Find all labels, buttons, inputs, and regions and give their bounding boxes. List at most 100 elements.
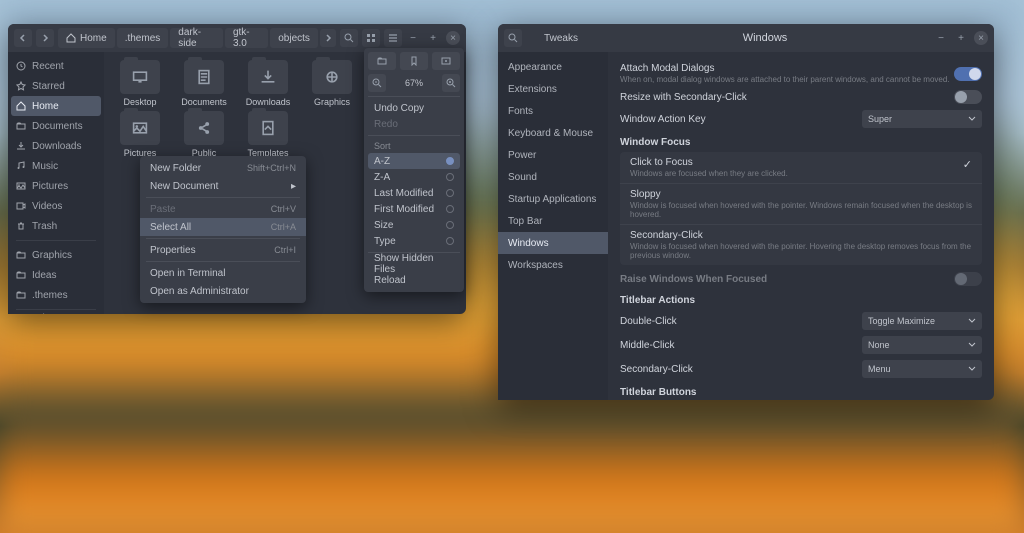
path-segment[interactable]: .themes	[117, 28, 169, 48]
menu-label: New Folder	[150, 163, 201, 174]
sort-option-a-z[interactable]: A-Z	[368, 153, 460, 169]
tweaks-sidebar-extensions[interactable]: Extensions	[498, 78, 608, 100]
sidebar-item-documents[interactable]: Documents	[8, 116, 104, 136]
close-button[interactable]: ×	[974, 31, 988, 45]
sidebar-label: Videos	[32, 201, 62, 212]
sidebar-item--themes[interactable]: .themes	[8, 285, 104, 305]
attach-modal-toggle[interactable]	[954, 67, 982, 81]
folder-label: Graphics	[314, 97, 350, 107]
resize-secondary-toggle[interactable]	[954, 90, 982, 104]
hamburger-button[interactable]	[384, 29, 402, 47]
view-toggle-button[interactable]	[362, 29, 380, 47]
path-segment[interactable]: objects	[270, 28, 318, 48]
tweaks-sidebar-appearance[interactable]: Appearance	[498, 56, 608, 78]
sidebar-item-trash[interactable]: Trash	[8, 216, 104, 236]
tweaks-sidebar-fonts[interactable]: Fonts	[498, 100, 608, 122]
sidebar-item-videos[interactable]: Videos	[8, 196, 104, 216]
sort-option-size[interactable]: Size	[368, 217, 460, 233]
tweaks-sidebar-power[interactable]: Power	[498, 144, 608, 166]
redo-item[interactable]: Redo	[368, 116, 460, 132]
tweaks-sidebar-top-bar[interactable]: Top Bar	[498, 210, 608, 232]
path-overflow-button[interactable]	[320, 29, 336, 47]
path-label: objects	[278, 33, 310, 44]
tweaks-sidebar-sound[interactable]: Sound	[498, 166, 608, 188]
raise-focused-toggle[interactable]	[954, 272, 982, 286]
path-segment[interactable]: dark-side	[170, 28, 223, 48]
tweaks-sidebar-windows[interactable]: Windows	[498, 232, 608, 254]
menu-item-open-as-administrator[interactable]: Open as Administrator	[140, 282, 306, 300]
bookmark-icon-button[interactable]	[400, 52, 428, 70]
secondary-click-dropdown[interactable]: Menu	[862, 360, 982, 378]
menu-item-properties[interactable]: PropertiesCtrl+I	[140, 241, 306, 259]
folder-documents[interactable]: Documents	[176, 60, 232, 107]
tweaks-sidebar-startup-applications[interactable]: Startup Applications	[498, 188, 608, 210]
focus-option-secondary-click[interactable]: Secondary-ClickWindow is focused when ho…	[620, 225, 982, 265]
minimize-button[interactable]: −	[406, 31, 420, 45]
secondary-click-title: Secondary-Click	[620, 364, 693, 375]
sidebar-item-music[interactable]: Music	[8, 156, 104, 176]
middle-click-title: Middle-Click	[620, 340, 674, 351]
new-tab-icon-button[interactable]	[432, 52, 460, 70]
sidebar-item-starred[interactable]: Starred	[8, 76, 104, 96]
folder-downloads[interactable]: Downloads	[240, 60, 296, 107]
menu-label: New Document	[150, 181, 218, 192]
folder-public[interactable]: Public	[176, 111, 232, 158]
sort-label: Size	[374, 220, 393, 231]
undo-label: Undo Copy	[374, 103, 424, 114]
zoom-out-button[interactable]	[368, 74, 386, 92]
minimize-button[interactable]: −	[934, 31, 948, 45]
undo-item[interactable]: Undo Copy	[368, 100, 460, 116]
action-key-dropdown[interactable]: Super	[862, 110, 982, 128]
check-icon: ✓	[963, 158, 972, 171]
double-click-dropdown[interactable]: Toggle Maximize	[862, 312, 982, 330]
folder-graphics[interactable]: Graphics	[304, 60, 360, 107]
menu-item-paste[interactable]: PasteCtrl+V	[140, 200, 306, 218]
tweaks-sidebar-keyboard-mouse[interactable]: Keyboard & Mouse	[498, 122, 608, 144]
menu-item-select-all[interactable]: Select AllCtrl+A	[140, 218, 306, 236]
dropdown-value: Super	[868, 114, 892, 124]
sort-option-first-modified[interactable]: First Modified	[368, 201, 460, 217]
focus-option-sloppy[interactable]: SloppyWindow is focused when hovered wit…	[620, 184, 982, 225]
sidebar-label: Graphics	[32, 250, 72, 261]
files-sidebar: RecentStarred Home DocumentsDownloadsMusic…	[8, 52, 104, 314]
sort-option-type[interactable]: Type	[368, 233, 460, 249]
folder-templates[interactable]: Templates	[240, 111, 296, 158]
path-segment[interactable]: gtk-3.0	[225, 28, 268, 48]
sidebar-item-recent[interactable]: Recent	[8, 56, 104, 76]
focus-option-click-to-focus[interactable]: Click to FocusWindows are focused when t…	[620, 152, 982, 184]
sidebar-item-home[interactable]: Home	[11, 96, 101, 116]
titlebar-actions-section: Titlebar Actions	[620, 295, 982, 306]
path-segment-home[interactable]: Home	[58, 28, 115, 48]
sidebar-item-graphics[interactable]: Graphics	[8, 245, 104, 265]
folder-icon	[312, 60, 352, 94]
show-hidden-item[interactable]: Show Hidden Files	[368, 256, 460, 272]
search-button[interactable]	[340, 29, 358, 47]
sidebar-item-ideas[interactable]: Ideas	[8, 265, 104, 285]
new-folder-icon-button[interactable]	[368, 52, 396, 70]
menu-item-new-folder[interactable]: New Folder Shift+Ctrl+N	[140, 159, 306, 177]
sort-option-z-a[interactable]: Z-A	[368, 169, 460, 185]
maximize-button[interactable]: +	[426, 31, 440, 45]
sidebar-item-downloads[interactable]: Downloads	[8, 136, 104, 156]
sort-option-last-modified[interactable]: Last Modified	[368, 185, 460, 201]
path-label: dark-side	[178, 27, 215, 49]
nav-forward-button[interactable]	[36, 29, 54, 47]
accelerator: Shift+Ctrl+N	[247, 163, 296, 173]
sidebar-label: Home	[32, 101, 59, 112]
maximize-button[interactable]: +	[954, 31, 968, 45]
sidebar-label: Pictures	[32, 181, 68, 192]
menu-item-open-in-terminal[interactable]: Open in Terminal	[140, 264, 306, 282]
tweaks-sidebar-workspaces[interactable]: Workspaces	[498, 254, 608, 276]
accelerator: Ctrl+V	[271, 204, 296, 214]
zoom-in-button[interactable]	[442, 74, 460, 92]
folder-pictures[interactable]: Pictures	[112, 111, 168, 158]
middle-click-dropdown[interactable]: None	[862, 336, 982, 354]
nav-back-button[interactable]	[14, 29, 32, 47]
tweaks-search-button[interactable]	[504, 29, 522, 47]
menu-item-new-document[interactable]: New Document▸	[140, 177, 306, 195]
folder-desktop[interactable]: Desktop	[112, 60, 168, 107]
radio-icon	[446, 221, 454, 229]
sidebar-item-pictures[interactable]: Pictures	[8, 176, 104, 196]
radio-icon	[446, 237, 454, 245]
close-button[interactable]: ×	[446, 31, 460, 45]
